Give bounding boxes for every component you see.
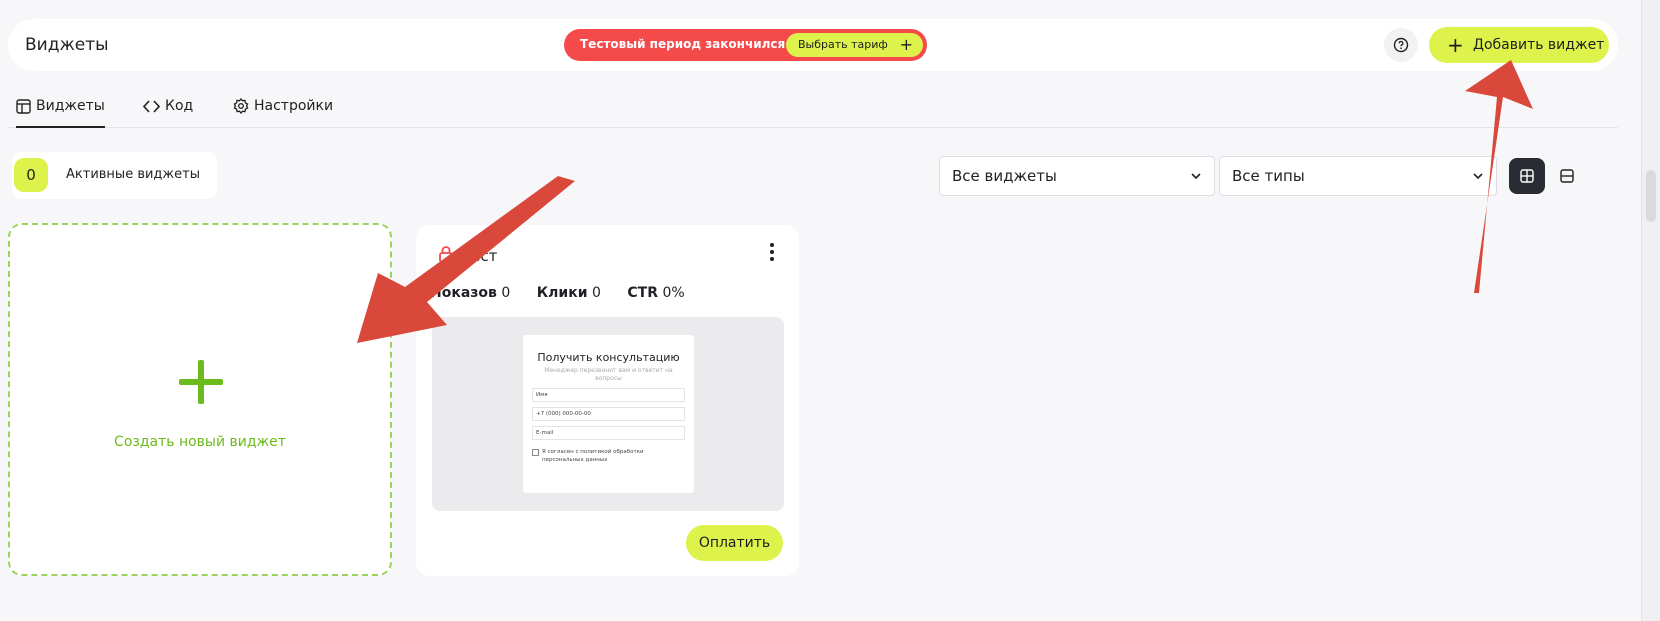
list-view-button[interactable] [1549, 158, 1585, 194]
tab-bar: Виджеты Код Настройки [8, 90, 1618, 128]
top-header: Виджеты Тестовый период закончился Выбра… [8, 19, 1618, 71]
question-icon [1393, 37, 1409, 53]
active-widgets-count: 0 [14, 158, 48, 192]
preview-phone-field: +7 (000) 000-00-00 [532, 407, 685, 421]
grid-icon [1520, 169, 1534, 183]
widget-preview[interactable]: Получить консультацию Менеджер перезвони… [432, 317, 784, 511]
create-widget-label: Создать новый виджет [114, 434, 286, 450]
chevron-down-icon [1190, 157, 1202, 209]
scrollbar-thumb[interactable] [1646, 170, 1656, 222]
page-title: Виджеты [25, 35, 109, 55]
types-filter-select[interactable]: Все типы [1219, 156, 1497, 196]
create-widget-card[interactable]: Создать новый виджет [8, 223, 392, 576]
types-filter-value: Все типы [1232, 167, 1305, 185]
preview-form-title: Получить консультацию [537, 351, 680, 364]
plus-icon: + [1447, 33, 1464, 57]
help-button[interactable] [1384, 28, 1418, 62]
active-widgets-counter: 0 Активные виджеты [12, 152, 217, 199]
chevron-down-icon [1472, 157, 1484, 209]
impressions-value: 0 [501, 285, 511, 301]
choose-tariff-button[interactable]: Выбрать тариф + [786, 33, 923, 57]
trial-expired-text: Тестовый период закончился [580, 37, 786, 51]
preview-consent-text: Я согласен с политикой обработки персона… [532, 448, 685, 464]
preview-name-field: Имя [532, 388, 685, 402]
gear-icon [233, 98, 249, 114]
grid-view-button[interactable] [1509, 158, 1545, 194]
widgets-filter-value: Все виджеты [952, 167, 1057, 185]
widget-stats: Показов 0 Клики 0 CTR 0% [430, 285, 685, 301]
impressions-label: Показов [430, 285, 497, 301]
preview-form-subtitle: Менеджер перезвонит вам и ответит на воп… [544, 367, 673, 382]
tab-settings[interactable]: Настройки [233, 98, 333, 128]
ctr-value: 0% [662, 285, 685, 301]
widget-card: Тест Показов 0 Клики 0 CTR 0% Получить к… [416, 225, 799, 576]
tab-settings-label: Настройки [254, 98, 334, 114]
preview-email-field: E-mail [532, 426, 685, 440]
list-icon [1560, 169, 1574, 183]
tab-widgets[interactable]: Виджеты [16, 98, 105, 128]
more-options-icon[interactable] [767, 243, 777, 263]
code-icon [143, 99, 160, 113]
ctr-label: CTR [627, 285, 658, 301]
tab-widgets-label: Виджеты [36, 98, 105, 114]
layout-icon [16, 98, 31, 114]
widget-name: Тест [462, 247, 498, 265]
trial-expired-banner: Тестовый период закончился Выбрать тариф… [564, 29, 927, 61]
lock-icon [439, 246, 453, 263]
add-widget-label: Добавить виджет [1473, 37, 1605, 53]
tab-code[interactable]: Код [143, 98, 193, 128]
vertical-scrollbar[interactable] [1641, 0, 1660, 621]
clicks-value: 0 [592, 285, 601, 301]
pay-button[interactable]: Оплатить [686, 525, 783, 561]
preview-form: Получить консультацию Менеджер перезвони… [523, 335, 694, 493]
clicks-label: Клики [536, 285, 588, 301]
widgets-filter-select[interactable]: Все виджеты [939, 156, 1215, 196]
add-widget-button[interactable]: + Добавить виджет [1429, 27, 1609, 63]
plus-icon [179, 360, 223, 404]
plus-icon: + [899, 35, 913, 54]
tab-code-label: Код [165, 98, 194, 114]
active-widgets-label: Активные виджеты [66, 167, 200, 182]
choose-tariff-label: Выбрать тариф [798, 38, 888, 51]
